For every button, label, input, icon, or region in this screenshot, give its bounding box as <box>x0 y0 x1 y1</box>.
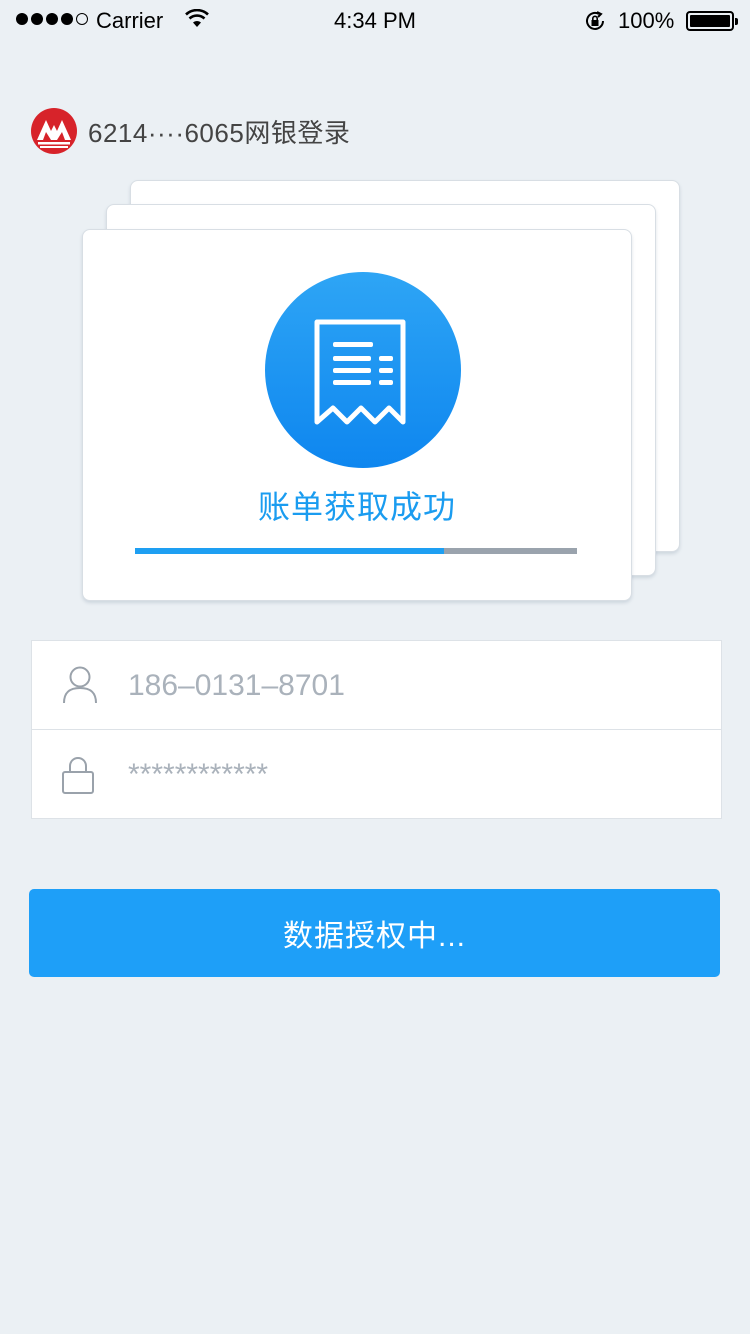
account-input[interactable] <box>128 661 688 711</box>
status-card: 账单获取成功 <box>82 229 632 601</box>
battery-percentage: 100% <box>618 8 675 33</box>
data-authorization-button[interactable]: 数据授权中... <box>29 889 720 977</box>
china-merchants-bank-logo <box>31 108 77 154</box>
bank-login-title: 6214····6065网银登录 <box>88 117 351 148</box>
bank-header: 6214····6065网银登录 <box>30 106 350 156</box>
progress-fill <box>135 548 445 554</box>
password-input[interactable] <box>128 750 688 800</box>
account-row <box>32 641 721 730</box>
status-bar: Carrier 4:34 PM 100% <box>0 0 750 40</box>
rotation-lock-icon <box>583 9 607 39</box>
user-icon <box>62 666 98 709</box>
battery-icon <box>686 11 738 31</box>
progress-bar <box>135 548 577 554</box>
lock-icon <box>62 755 94 800</box>
password-row <box>32 730 721 819</box>
bill-fetch-status: 账单获取成功 <box>257 489 456 525</box>
login-form <box>31 640 722 819</box>
receipt-icon <box>265 272 461 468</box>
